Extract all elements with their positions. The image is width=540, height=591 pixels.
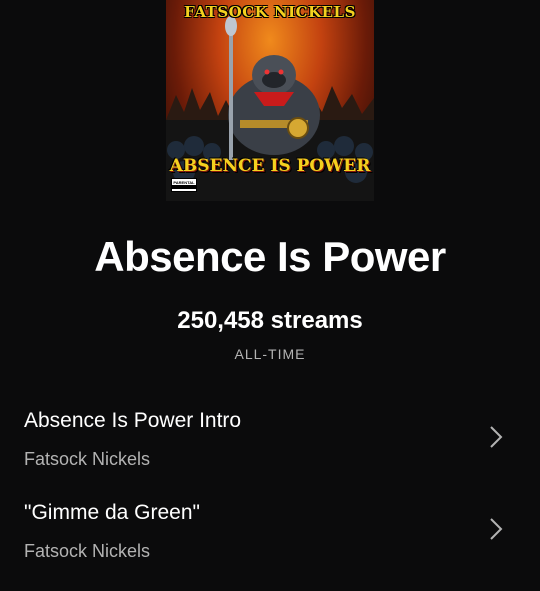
album-artwork: FATSOCK NICKELS ABSENCE IS POWER PARENTA… <box>166 0 374 201</box>
track-artist: Fatsock Nickels <box>24 541 151 561</box>
advisory-line-2-bar <box>172 185 196 189</box>
stream-count: 250,458 streams <box>177 307 363 334</box>
parental-advisory-label: PARENTAL <box>171 178 197 192</box>
track-name: Absence Is Power Intro <box>24 409 242 432</box>
album-art-artist-text: FATSOCK NICKELS <box>184 3 356 21</box>
track-row[interactable]: "Gimme da Green" Fatsock Nickels <box>0 499 540 591</box>
chevron-right-icon <box>490 426 503 448</box>
track-row[interactable]: Absence Is Power Intro Fatsock Nickels <box>0 407 540 499</box>
album-title: Absence Is Power <box>94 233 446 280</box>
track-name: "Gimme da Green" <box>24 501 200 524</box>
track-artist: Fatsock Nickels <box>24 449 151 469</box>
album-art-title-text: ABSENCE IS POWER <box>169 156 371 176</box>
chevron-right-icon <box>490 518 503 540</box>
stream-period: ALL-TIME <box>234 346 306 362</box>
